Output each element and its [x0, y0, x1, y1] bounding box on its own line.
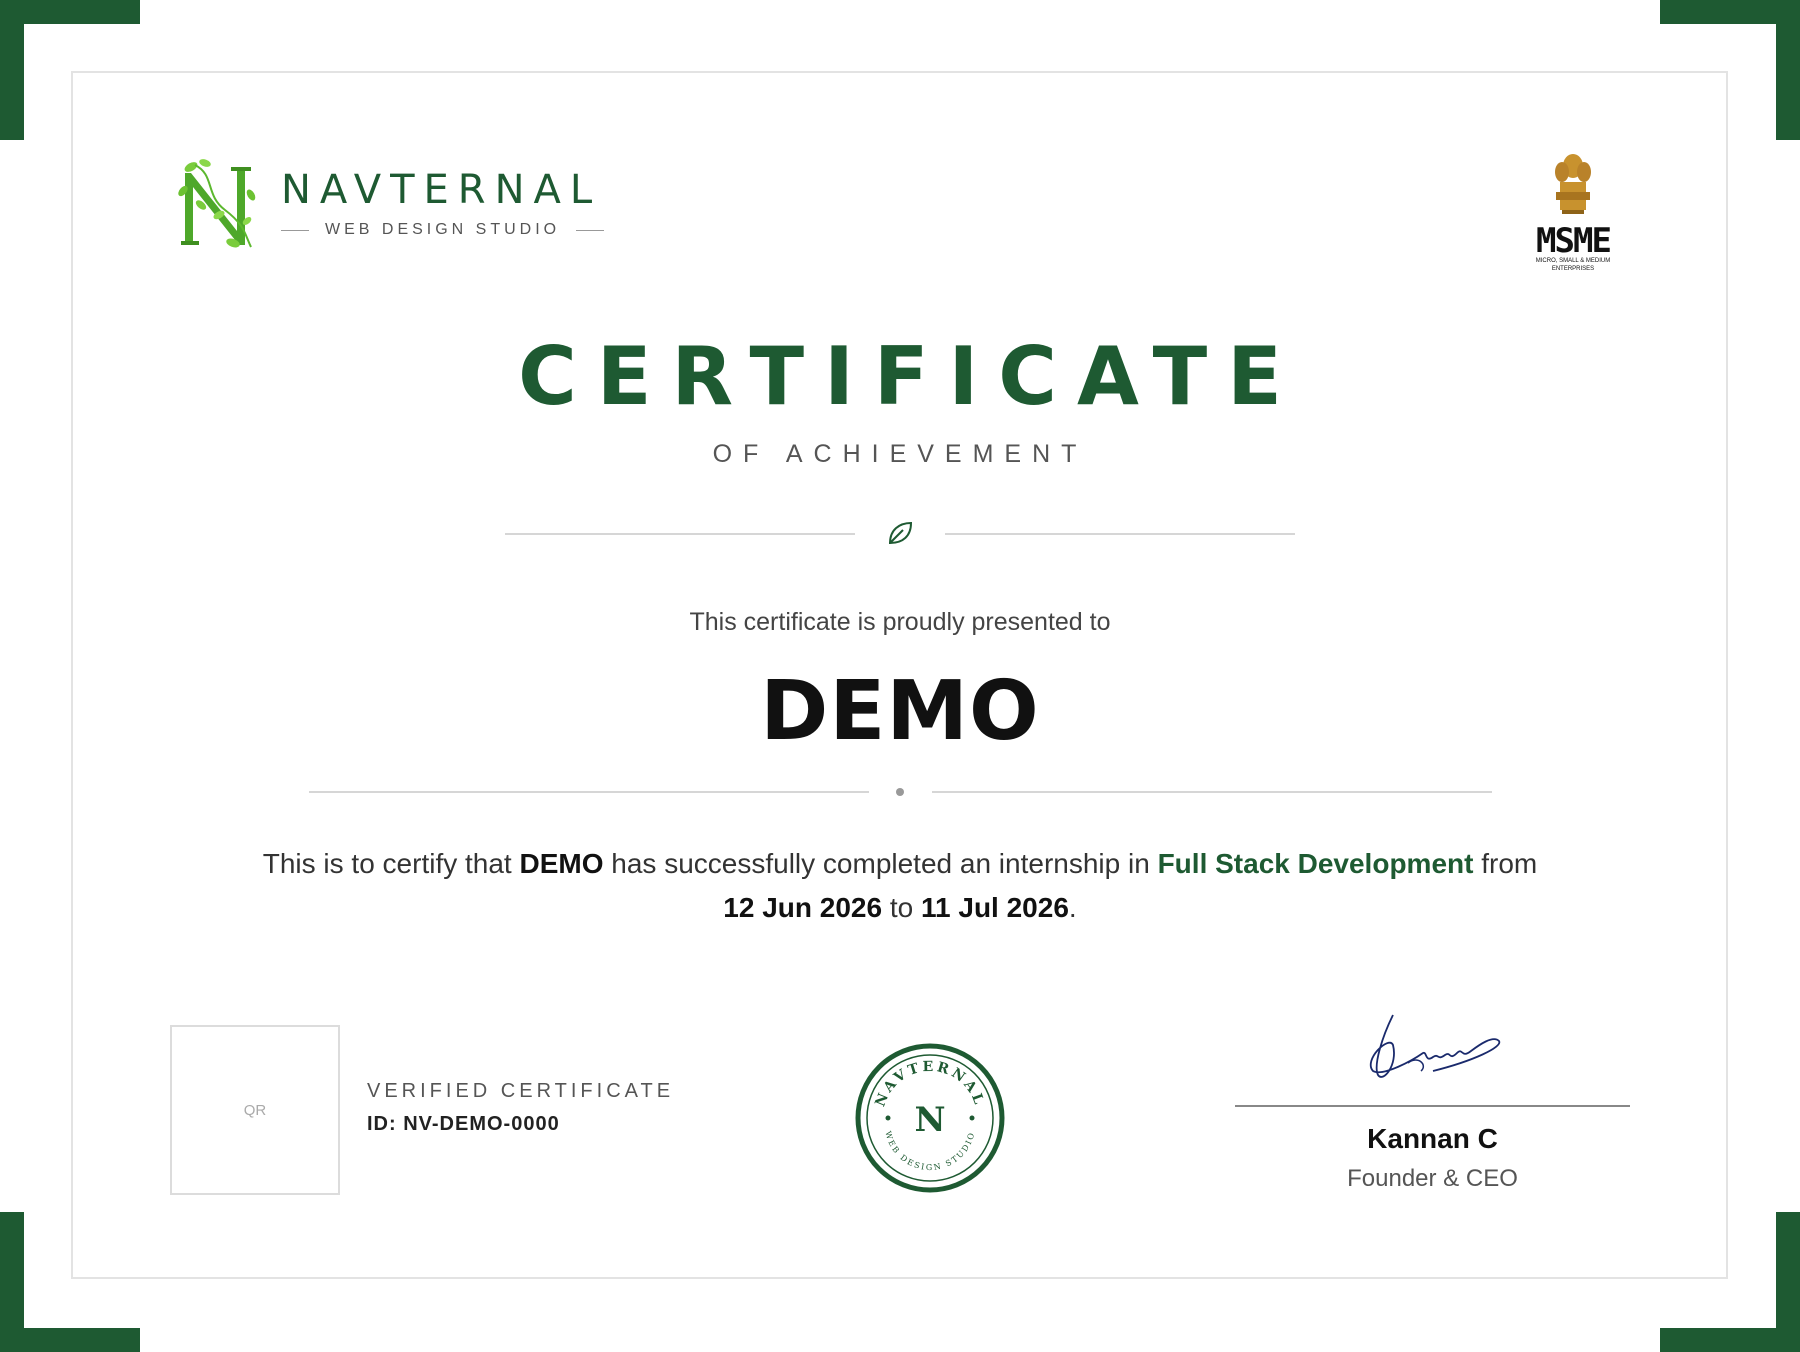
msme-logo: MSME MICRO, SMALL & MEDIUM ENTERPRISES — [1518, 152, 1628, 273]
seal-letter: N — [914, 1100, 945, 1140]
statement-end: . — [1068, 892, 1077, 923]
tagline-dash-right — [576, 229, 605, 231]
tagline-dash-left — [281, 229, 309, 231]
recipient-name: DEMO — [760, 664, 1040, 759]
qr-code-placeholder: QR — [170, 1025, 340, 1195]
statement-recipient-name: DEMO — [519, 848, 604, 879]
corner-bracket-bottom-left — [0, 1212, 24, 1352]
dot-divider — [309, 785, 1492, 799]
msme-wordmark: MSME — [1536, 221, 1612, 261]
corner-bracket-bottom-right — [1776, 1212, 1800, 1352]
brand-tagline: WEB DESIGN STUDIO — [325, 221, 561, 238]
leafy-n-logo-icon — [178, 159, 256, 248]
divider-line-left — [505, 533, 855, 535]
divider-line-right — [945, 533, 1295, 535]
verification-info: VERIFIED CERTIFICATE ID: NV-DEMO-0000 — [367, 1080, 674, 1136]
leaf-icon — [888, 521, 913, 545]
qr-label: QR — [243, 1101, 267, 1119]
signatory-role: Founder & CEO — [1347, 1165, 1518, 1192]
certificate-subtitle: OF ACHIEVEMENT — [712, 440, 1088, 468]
signatory-name: Kannan C — [1367, 1123, 1498, 1154]
company-seal-icon: NAVTERNAL WEB DESIGN STUDIO N — [855, 1043, 1005, 1193]
statement-part: This is to certify that — [262, 848, 512, 879]
corner-bracket-top-left — [0, 0, 24, 140]
statement-part: to — [889, 892, 914, 923]
divider-dot — [896, 788, 904, 796]
signature-line — [1235, 1105, 1630, 1107]
leaf-divider — [505, 518, 1295, 548]
msme-emblem-icon — [1555, 154, 1591, 214]
msme-caption: MICRO, SMALL & MEDIUM ENTERPRISES — [1535, 258, 1611, 272]
divider-line-right — [932, 791, 1492, 793]
signature-block: Kannan C Founder & CEO — [1235, 1005, 1630, 1193]
start-date: 12 Jun 2026 — [723, 892, 883, 923]
divider-line-left — [309, 791, 869, 793]
brand-name: NAVTERNAL — [281, 167, 602, 213]
verified-label: VERIFIED CERTIFICATE — [367, 1080, 675, 1102]
certificate-title: CERTIFICATE — [518, 330, 1302, 423]
course-name: Full Stack Development — [1157, 848, 1474, 879]
presented-to-text: This certificate is proudly presented to — [689, 608, 1111, 636]
handwritten-signature — [1369, 1014, 1500, 1078]
statement-part: has successfully completed an internship… — [611, 848, 1150, 879]
brand-header: NAVTERNAL WEB DESIGN STUDIO — [175, 155, 605, 251]
end-date: 11 Jul 2026 — [921, 892, 1069, 923]
statement-part: from — [1481, 848, 1538, 879]
certification-statement: This is to certify that DEMO has success… — [200, 842, 1600, 930]
certificate-id: ID: NV-DEMO-0000 — [367, 1113, 560, 1135]
corner-bracket-top-right — [1776, 0, 1800, 140]
